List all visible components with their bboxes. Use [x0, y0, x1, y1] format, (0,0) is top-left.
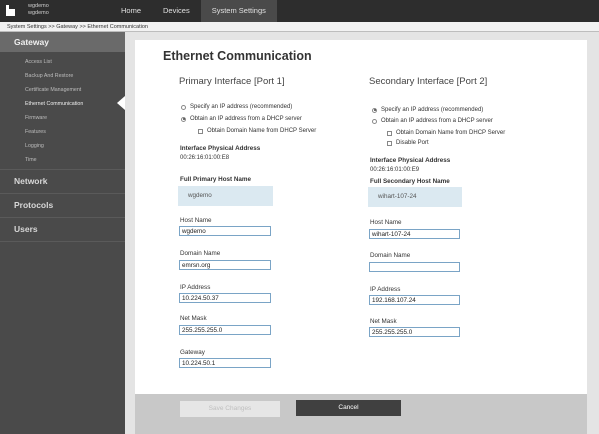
primary-radio-specify-row[interactable]: Specify an IP address (recommended) — [181, 104, 292, 110]
sidebar-item-time[interactable]: Time — [0, 153, 125, 167]
secondary-phys-label: Interface Physical Address — [370, 157, 451, 164]
save-changes-button[interactable]: Save Changes — [180, 401, 280, 417]
sidebar-item-logging[interactable]: Logging — [0, 139, 125, 153]
sidebar-item-access-list[interactable]: Access List — [0, 55, 125, 69]
sidebar-item-features[interactable]: Features — [0, 125, 125, 139]
secondary-radio-dhcp-row[interactable]: Obtain an IP address from a DHCP server — [372, 118, 493, 124]
brand-line2: wgdemo — [28, 10, 49, 16]
secondary-radio-specify-row[interactable]: Specify an IP address (recommended) — [372, 107, 483, 113]
primary-ip-label: IP Address — [180, 284, 211, 291]
primary-interface-title: Primary Interface [Port 1] — [179, 76, 285, 87]
primary-check-domain-label: Obtain Domain Name from DHCP Server — [207, 128, 317, 134]
page-title: Ethernet Communication — [163, 49, 312, 63]
secondary-radio-dhcp-label: Obtain an IP address from a DHCP server — [381, 118, 493, 124]
secondary-radio-dhcp[interactable] — [372, 118, 377, 124]
secondary-full-host-value: wihart-107-24 — [368, 187, 462, 207]
primary-ip-input[interactable] — [179, 293, 271, 303]
secondary-check-domain[interactable] — [387, 130, 392, 136]
primary-domain-label: Domain Name — [180, 250, 221, 257]
secondary-phys-value: 00:26:16:01:00:E9 — [370, 167, 420, 173]
secondary-check-disable-row[interactable]: Disable Port — [387, 140, 429, 146]
secondary-check-domain-row[interactable]: Obtain Domain Name from DHCP Server — [387, 130, 505, 136]
secondary-check-disable-label: Disable Port — [396, 140, 429, 146]
nav-home[interactable]: Home — [110, 0, 152, 22]
secondary-mask-input[interactable] — [369, 327, 460, 337]
primary-radio-specify-label: Specify an IP address (recommended) — [190, 104, 293, 110]
primary-mask-input[interactable] — [179, 325, 271, 335]
primary-mask-label: Net Mask — [180, 315, 207, 322]
sidebar-item-firmware[interactable]: Firmware — [0, 111, 125, 125]
primary-check-domain-row[interactable]: Obtain Domain Name from DHCP Server — [198, 128, 316, 134]
breadcrumb: System Settings >> Gateway >> Ethernet C… — [0, 22, 599, 32]
top-nav: Home Devices System Settings — [110, 0, 277, 22]
sidebar-item-certificate-management[interactable]: Certificate Management — [0, 83, 125, 97]
secondary-radio-specify[interactable] — [372, 107, 377, 113]
cancel-button[interactable]: Cancel — [296, 400, 401, 416]
secondary-host-label: Host Name — [370, 219, 402, 226]
nav-devices[interactable]: Devices — [152, 0, 201, 22]
brand: wgdemo wgdemo — [28, 3, 49, 17]
sidebar-divider — [0, 169, 125, 170]
secondary-host-input[interactable] — [369, 229, 460, 239]
sidebar-item-ethernet-communication[interactable]: Ethernet Communication — [0, 97, 125, 111]
sidebar-section-gateway[interactable]: Gateway — [0, 32, 125, 52]
primary-radio-dhcp[interactable] — [181, 116, 186, 122]
nav-system-settings[interactable]: System Settings — [200, 0, 277, 22]
secondary-check-disable[interactable] — [387, 140, 392, 146]
sidebar-divider — [0, 217, 125, 218]
brand-line1: wgdemo — [28, 3, 49, 9]
active-indicator-arrow — [117, 96, 125, 110]
primary-radio-specify[interactable] — [181, 104, 186, 110]
primary-gateway-input[interactable] — [179, 358, 271, 368]
primary-check-domain[interactable] — [198, 128, 203, 134]
top-bar: wgdemo wgdemo Home Devices System Settin… — [0, 0, 599, 22]
secondary-check-domain-label: Obtain Domain Name from DHCP Server — [396, 130, 506, 136]
secondary-interface-title: Secondary Interface [Port 2] — [369, 76, 488, 87]
primary-radio-dhcp-label: Obtain an IP address from a DHCP server — [190, 116, 302, 122]
secondary-full-host-label: Full Secondary Host Name — [370, 178, 450, 185]
primary-domain-input[interactable] — [179, 260, 271, 270]
secondary-domain-label: Domain Name — [370, 252, 411, 259]
logo-icon — [6, 5, 15, 16]
sidebar-divider — [0, 193, 125, 194]
primary-phys-value: 00:26:16:01:00:E8 — [180, 155, 230, 161]
secondary-domain-input[interactable] — [369, 262, 460, 272]
sidebar-divider — [0, 241, 125, 242]
primary-gateway-label: Gateway — [180, 349, 205, 356]
primary-phys-label: Interface Physical Address — [180, 145, 261, 152]
sidebar-section-protocols[interactable]: Protocols — [0, 196, 125, 215]
primary-full-host-value: wgdemo — [178, 186, 273, 206]
sidebar-section-network[interactable]: Network — [0, 172, 125, 191]
primary-host-label: Host Name — [180, 217, 212, 224]
primary-host-input[interactable] — [179, 226, 271, 236]
sidebar-item-backup-restore[interactable]: Backup And Restore — [0, 69, 125, 83]
secondary-mask-label: Net Mask — [370, 318, 397, 325]
secondary-ip-input[interactable] — [369, 295, 460, 305]
sidebar: Gateway Access List Backup And Restore C… — [0, 32, 125, 434]
primary-radio-dhcp-row[interactable]: Obtain an IP address from a DHCP server — [181, 116, 302, 122]
secondary-ip-label: IP Address — [370, 286, 401, 293]
primary-full-host-label: Full Primary Host Name — [180, 176, 252, 183]
sidebar-section-users[interactable]: Users — [0, 220, 125, 239]
secondary-radio-specify-label: Specify an IP address (recommended) — [381, 107, 484, 113]
